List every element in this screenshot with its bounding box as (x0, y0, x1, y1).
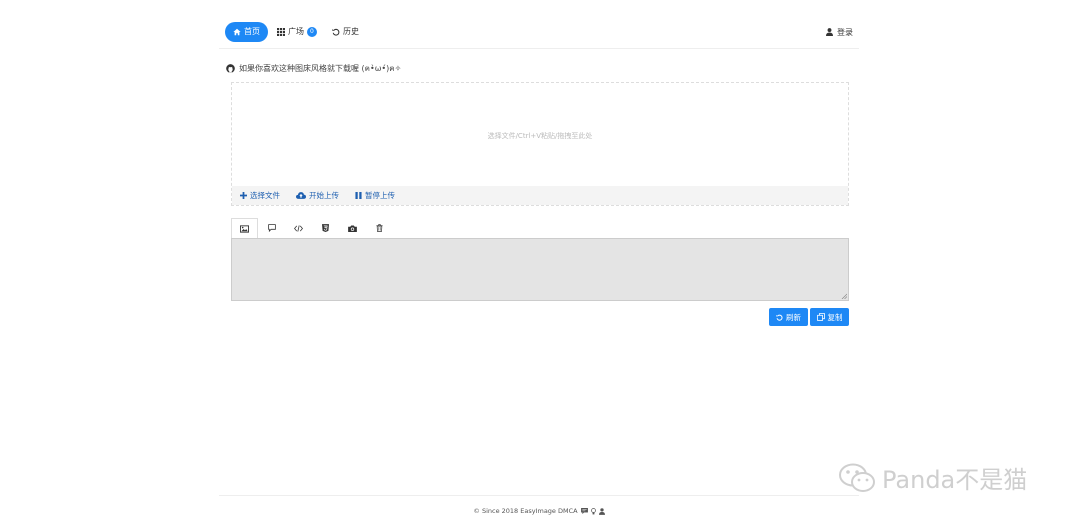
login-link[interactable]: 登录 (826, 22, 853, 42)
watermark: Panda不是猫 (838, 460, 1027, 495)
tab-comment[interactable] (258, 218, 285, 238)
download-notice[interactable]: 如果你喜欢这种图床风格就下载喔 (ฅ•̀ω•́)ฅ✧ (226, 62, 401, 75)
pause-icon (355, 192, 362, 199)
github-icon (226, 64, 235, 73)
image-icon (240, 225, 249, 233)
history-icon (332, 28, 340, 36)
refresh-icon (776, 314, 783, 321)
user-icon (826, 28, 833, 36)
dropzone-hint: 选择文件/Ctrl+V粘贴/拖拽至此处 (487, 132, 593, 140)
select-file-button[interactable]: 选择文件 (240, 190, 280, 201)
nav-square[interactable]: 广场 0 (269, 22, 325, 42)
watermark-text: Panda不是猫 (882, 466, 1028, 494)
login-label: 登录 (837, 27, 853, 37)
upload-dropzone[interactable]: 选择文件/Ctrl+V粘贴/拖拽至此处 选择文件 开始上传 暂停上传 (231, 82, 849, 206)
nav-square-label: 广场 (288, 27, 304, 36)
copy-button[interactable]: 复制 (810, 308, 849, 326)
pause-upload-label: 暂停上传 (365, 191, 395, 200)
plus-icon (240, 192, 247, 199)
start-upload-label: 开始上传 (309, 191, 339, 200)
camera-icon (348, 224, 357, 232)
copy-label: 复制 (827, 312, 843, 322)
upload-toolbar: 选择文件 开始上传 暂停上传 (232, 186, 848, 205)
pause-upload-button[interactable]: 暂停上传 (355, 190, 395, 201)
nav-history[interactable]: 历史 (324, 22, 367, 42)
nav-history-label: 历史 (343, 27, 359, 36)
start-upload-button[interactable]: 开始上传 (296, 190, 339, 201)
output-format-tabs (231, 218, 393, 239)
html5-icon (322, 224, 329, 232)
link-output-textarea[interactable] (231, 238, 849, 301)
nav-home[interactable]: 首页 (225, 22, 268, 42)
notice-text: 如果你喜欢这种图床风格就下载喔 (ฅ•̀ω•́)ฅ✧ (239, 64, 402, 73)
user-icon[interactable] (598, 507, 605, 515)
message-icon[interactable] (580, 508, 588, 514)
select-file-label: 选择文件 (250, 191, 280, 200)
refresh-label: 刷新 (786, 312, 801, 322)
refresh-button[interactable]: 刷新 (769, 308, 808, 326)
footer: © Since 2018 EasyImage DMCA (219, 507, 859, 515)
tab-code[interactable] (285, 218, 312, 238)
copy-icon (816, 313, 825, 321)
tab-camera[interactable] (339, 218, 366, 238)
trash-icon (376, 224, 383, 232)
square-count-badge: 0 (307, 27, 317, 37)
home-icon (233, 28, 241, 36)
wechat-icon (838, 463, 876, 493)
tab-image[interactable] (231, 218, 258, 239)
nav-home-label: 首页 (244, 27, 260, 36)
cloud-upload-icon (296, 192, 306, 199)
tab-delete[interactable] (366, 218, 393, 238)
top-nav: 首页 广场 0 历史 登录 (219, 18, 859, 49)
code-icon (294, 224, 303, 232)
footer-divider (219, 495, 859, 496)
grid-icon (277, 28, 285, 36)
tab-html[interactable] (312, 218, 339, 238)
lightbulb-icon[interactable] (590, 507, 596, 515)
footer-text: © Since 2018 EasyImage DMCA (473, 507, 578, 515)
comment-icon (267, 224, 276, 232)
resize-grip-icon[interactable] (841, 293, 847, 299)
